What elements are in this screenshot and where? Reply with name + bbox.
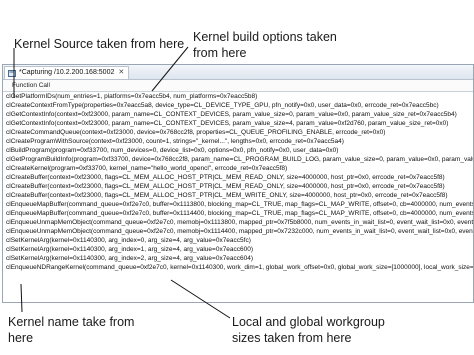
- callout-leader-lines: [13, 46, 231, 319]
